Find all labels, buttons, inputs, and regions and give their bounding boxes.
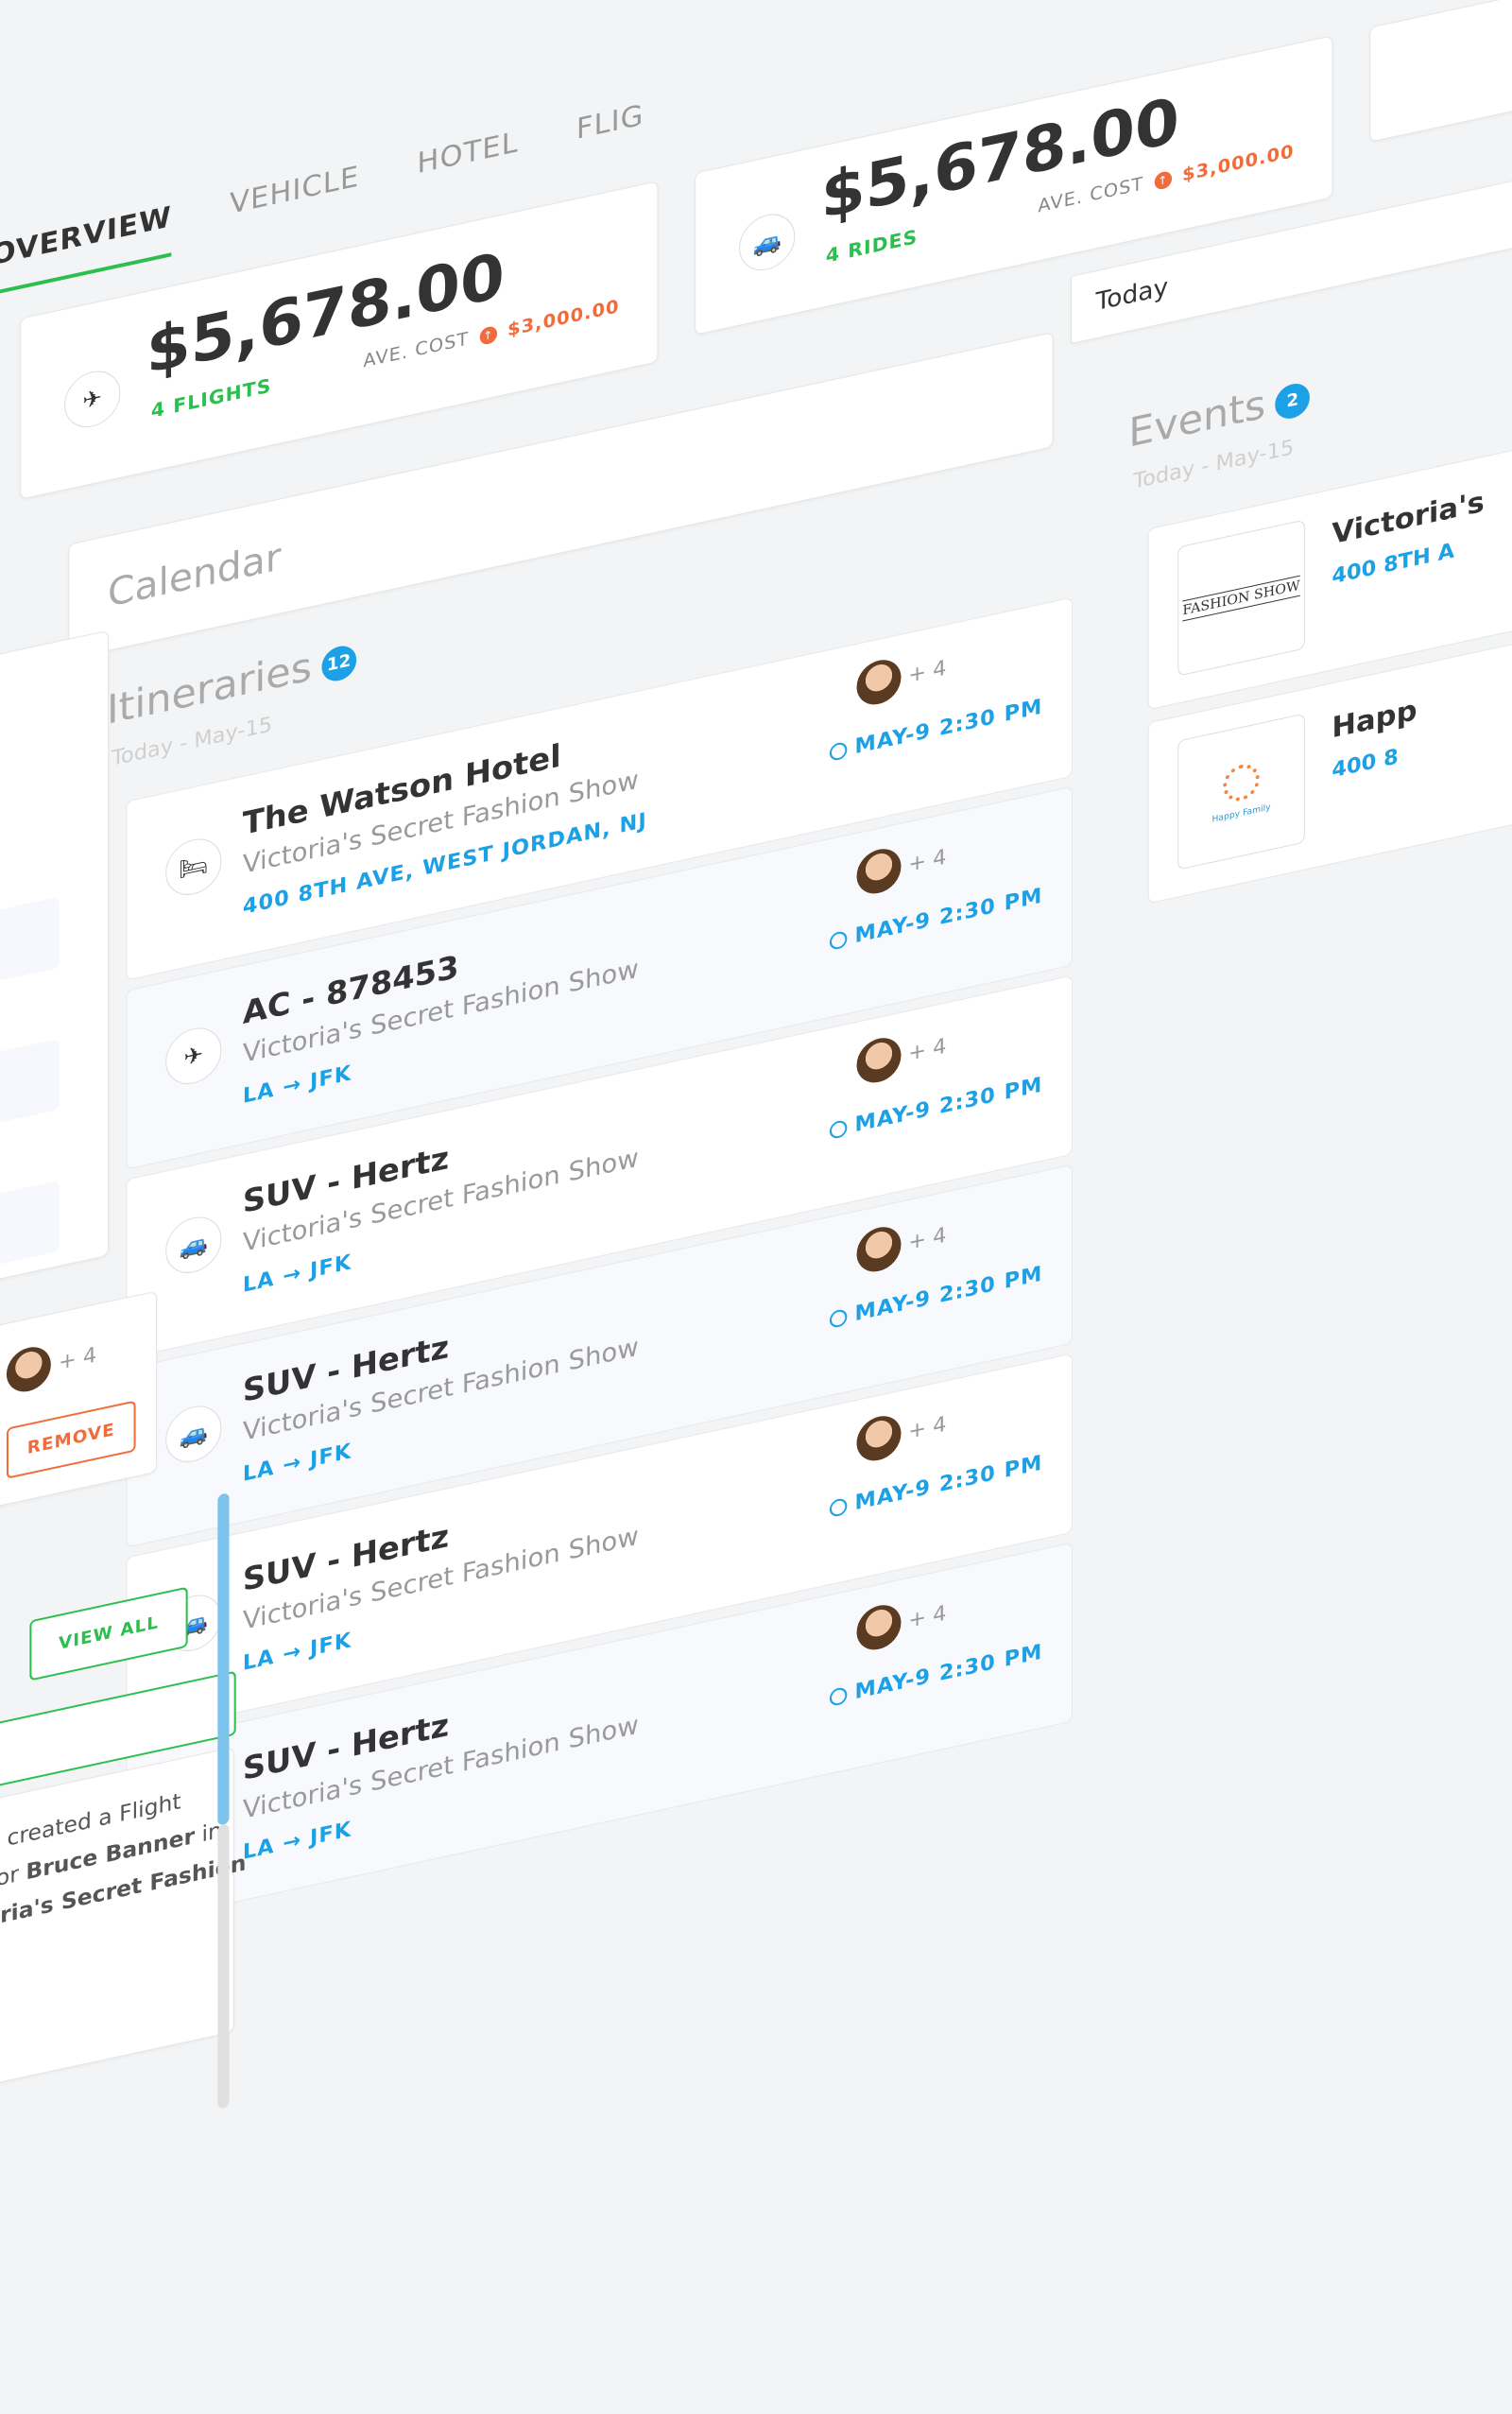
itinerary-location[interactable]: LA → JFK (243, 1250, 352, 1298)
tab-flights[interactable]: FLIG (576, 98, 644, 168)
date-select-value: Today (1096, 273, 1169, 318)
attendees-extra: + 4 (908, 1034, 946, 1066)
clock-icon (830, 741, 847, 762)
attendees[interactable]: + 4 (856, 1213, 946, 1276)
tab-vehicle[interactable]: VEHICLE (230, 160, 359, 244)
itinerary-time-text: MAY-9 2:30 PM (855, 1451, 1043, 1515)
tab-overview[interactable]: OVERVIEW (0, 200, 172, 295)
attendees[interactable]: + 4 (7, 1333, 96, 1396)
scrollbar-track (217, 1823, 229, 2110)
attendees-extra: + 4 (908, 1601, 946, 1633)
left-panel-upper (0, 630, 109, 1396)
itineraries-title: Itineraries12 (107, 633, 356, 733)
airplane-icon: ✈ (165, 1023, 221, 1090)
avatar (856, 656, 901, 709)
scrollbar[interactable] (217, 1492, 229, 1826)
itinerary-list: 🛏 The Watson Hotel Victoria's Secret Fas… (126, 597, 1071, 802)
attendees-extra: + 4 (59, 1343, 96, 1375)
tab-hotel[interactable]: HOTEL (417, 126, 518, 203)
avatar (856, 845, 901, 898)
flights-amount: $5,678.00 (146, 238, 505, 388)
attendees[interactable]: + 4 (856, 1591, 946, 1654)
top-right-card (1369, 0, 1512, 143)
dashboard-stage: OVERVIEW VEHICLE HOTEL FLIG ✈ $5,678.00 … (0, 0, 1512, 2306)
car-icon: 🚙 (739, 209, 795, 276)
activity-text: min created a Flight eg for Bruce Banner… (0, 1745, 358, 1945)
itinerary-time-text: MAY-9 2:30 PM (855, 1640, 1043, 1704)
avatar (7, 1343, 51, 1396)
arrow-up-icon: ↑ (1155, 169, 1172, 190)
clock-icon (830, 1119, 847, 1140)
itinerary-time-text: MAY-9 2:30 PM (855, 1073, 1043, 1137)
ave-cost-value: $3,000.00 (507, 296, 619, 341)
event-logo-text: Happy Family (1211, 802, 1270, 824)
itineraries-count-badge: 12 (321, 643, 356, 684)
event-logo-text: FASHION SHOW (1182, 575, 1299, 621)
bed-icon: 🛏 (165, 834, 221, 901)
attendees-extra: + 4 (908, 845, 946, 877)
airplane-icon: ✈ (64, 366, 120, 433)
car-icon: 🚙 (165, 1212, 221, 1279)
arrow-up-icon: ↑ (480, 324, 497, 345)
avatar (856, 1034, 901, 1087)
event-title: Victoria's (1332, 486, 1484, 552)
calendar-title: Calendar (108, 535, 281, 616)
itinerary-time-text: MAY-9 2:30 PM (855, 695, 1043, 759)
itinerary-time-text: MAY-9 2:30 PM (855, 1262, 1043, 1326)
attendees[interactable]: + 4 (856, 646, 946, 709)
itinerary-time-text: MAY-9 2:30 PM (855, 884, 1043, 948)
itinerary-location[interactable]: LA → JFK (243, 1061, 352, 1109)
event-title: Happ (1332, 694, 1417, 745)
attendees-extra: + 4 (908, 656, 946, 688)
activity-card: min created a Flight eg for Bruce Banner… (0, 1747, 234, 2153)
happy-family-logo-icon: Happy Family (1211, 758, 1270, 824)
rides-count: 4 RIDES (826, 225, 918, 267)
attendees[interactable]: + 4 (856, 835, 946, 898)
left-panel-row (0, 897, 60, 1009)
avatar (856, 1412, 901, 1465)
avatar (856, 1223, 901, 1276)
attendees-extra: + 4 (908, 1412, 946, 1444)
attendees[interactable]: + 4 (856, 1024, 946, 1087)
clock-icon (830, 1497, 847, 1518)
rides-amount: $5,678.00 (821, 83, 1179, 233)
event-location[interactable]: 400 8 (1332, 745, 1398, 783)
clock-icon (830, 1686, 847, 1707)
events-count-badge: 2 (1275, 380, 1310, 422)
car-icon: 🚙 (165, 1401, 221, 1468)
attendees[interactable]: + 4 (856, 1402, 946, 1465)
events-title-text: Events (1128, 381, 1265, 457)
itineraries-title-text: Itineraries (107, 643, 312, 733)
remove-button[interactable]: REMOVE (7, 1400, 136, 1478)
left-panel-row (0, 1039, 60, 1151)
ave-cost-value: $3,000.00 (1182, 141, 1294, 186)
event-logo: FASHION SHOW (1177, 520, 1305, 677)
clock-icon (830, 1308, 847, 1329)
activity-text-2: eg for (0, 1860, 26, 1901)
clock-icon (830, 930, 847, 951)
attendees-extra: + 4 (908, 1223, 946, 1255)
event-logo: Happy Family (1177, 714, 1305, 871)
avatar (856, 1601, 901, 1654)
itinerary-location[interactable]: LA → JFK (243, 1629, 352, 1676)
itinerary-location[interactable]: LA → JFK (243, 1440, 352, 1487)
left-panel-row (0, 1181, 60, 1293)
